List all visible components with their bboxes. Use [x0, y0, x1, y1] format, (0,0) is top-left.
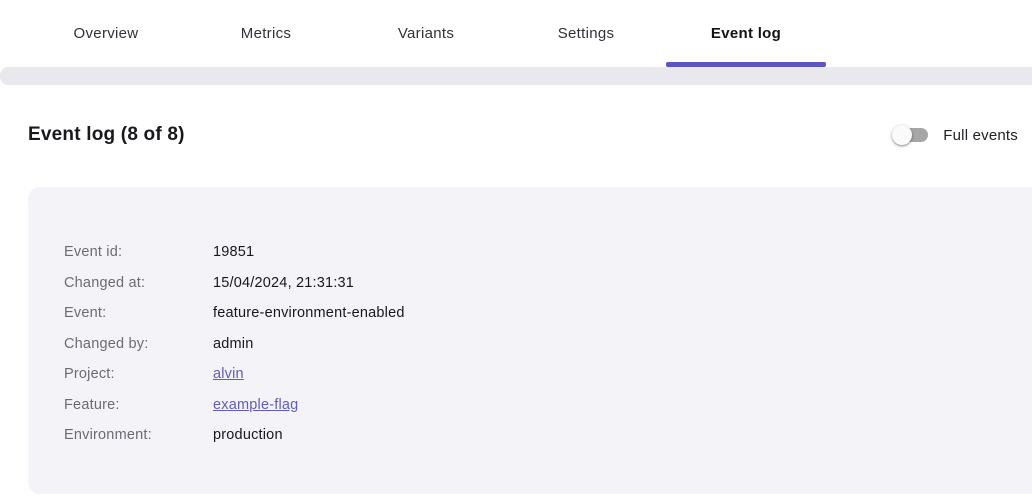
- tab-settings[interactable]: Settings: [506, 0, 666, 67]
- row-value: production: [213, 427, 283, 443]
- tab-overview[interactable]: Overview: [26, 0, 186, 67]
- row-value: admin: [213, 336, 254, 352]
- tab-metrics[interactable]: Metrics: [186, 0, 346, 67]
- event-detail-card: Event id: 19851 Changed at: 15/04/2024, …: [28, 187, 1032, 494]
- row-value: 19851: [213, 244, 254, 260]
- row-label: Event:: [64, 305, 213, 321]
- row-label: Changed by:: [64, 336, 213, 352]
- tab-event-log[interactable]: Event log: [666, 0, 826, 67]
- event-detail-row-changed-at: Changed at: 15/04/2024, 21:31:31: [64, 268, 996, 299]
- toggle-knob[interactable]: [892, 125, 912, 145]
- divider-band: [0, 67, 1032, 85]
- project-link[interactable]: alvin: [213, 366, 244, 382]
- content-header: Event log (8 of 8) Full events: [0, 85, 1032, 149]
- row-label: Feature:: [64, 397, 213, 413]
- row-label: Environment:: [64, 427, 213, 443]
- event-detail-row-changed-by: Changed by: admin: [64, 329, 996, 360]
- toggle-label: Full events: [943, 127, 1018, 144]
- tab-variants[interactable]: Variants: [346, 0, 506, 67]
- event-detail-row-project: Project: alvin: [64, 359, 996, 390]
- event-detail-row-event-id: Event id: 19851: [64, 237, 996, 268]
- feature-link[interactable]: example-flag: [213, 397, 298, 413]
- row-label: Event id:: [64, 244, 213, 260]
- event-detail-row-event: Event: feature-environment-enabled: [64, 298, 996, 329]
- event-detail-row-feature: Feature: example-flag: [64, 390, 996, 421]
- row-label: Project:: [64, 366, 213, 382]
- event-log-panel: Event log (8 of 8) Full events Event id:…: [0, 85, 1032, 494]
- page-title: Event log (8 of 8): [28, 124, 185, 146]
- event-detail-row-environment: Environment: production: [64, 420, 996, 451]
- row-label: Changed at:: [64, 275, 213, 291]
- row-value: feature-environment-enabled: [213, 305, 405, 321]
- tab-bar: Overview Metrics Variants Settings Event…: [0, 0, 1032, 67]
- full-events-toggle[interactable]: Full events: [894, 127, 1018, 144]
- row-value: 15/04/2024, 21:31:31: [213, 275, 354, 291]
- toggle-switch-icon[interactable]: [894, 128, 928, 142]
